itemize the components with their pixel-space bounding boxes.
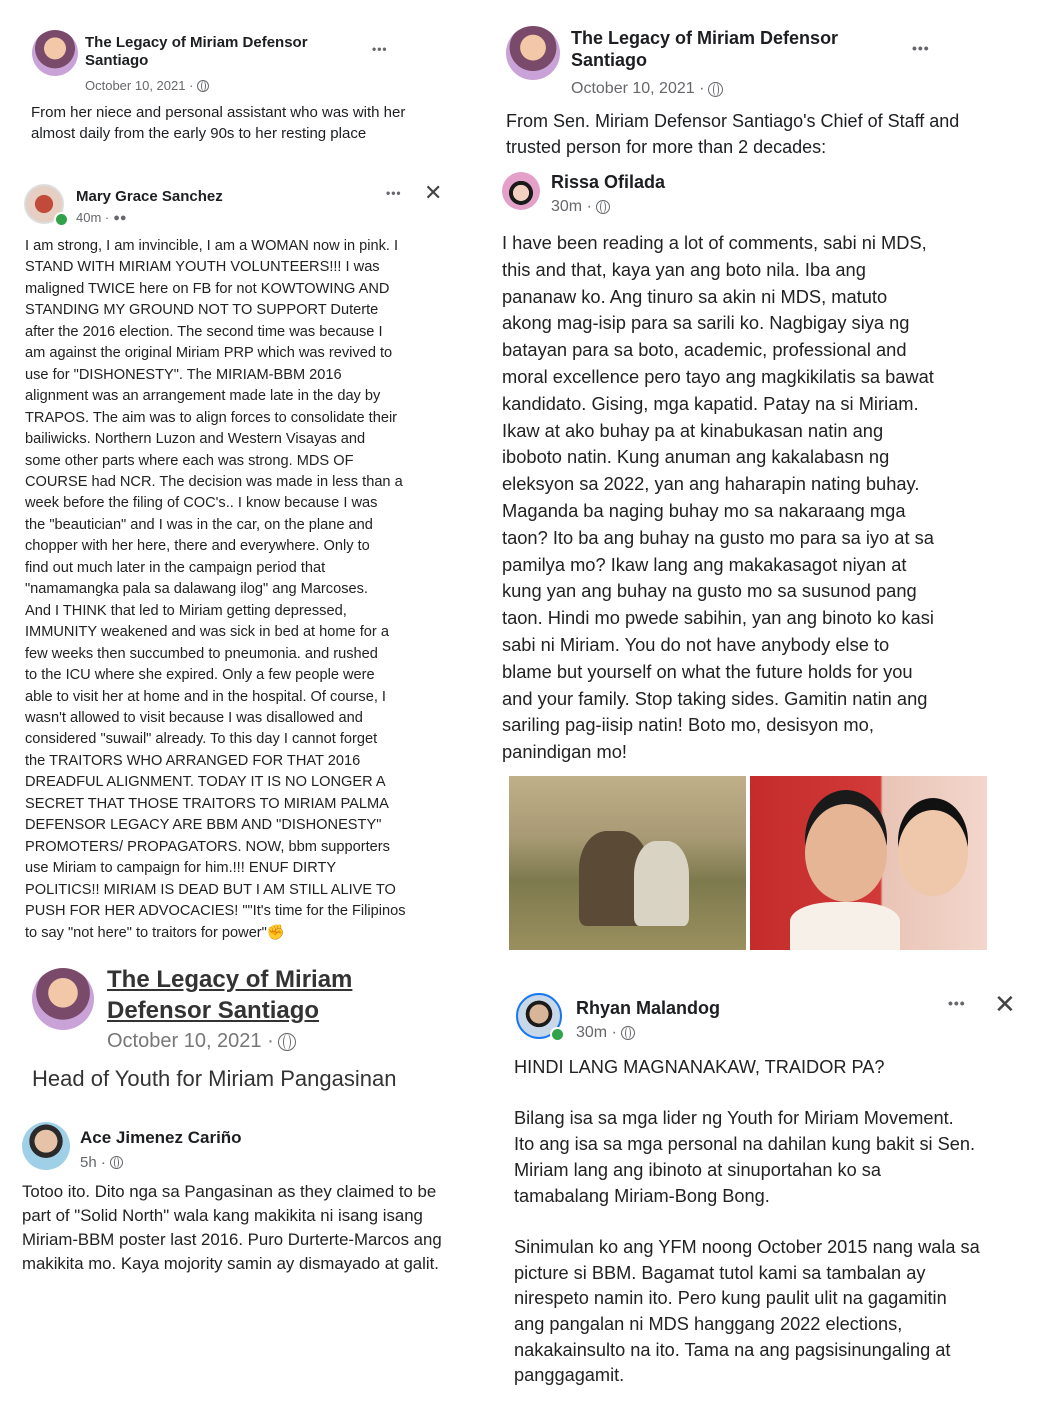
globe-icon — [197, 79, 210, 92]
comment-text: Totoo ito. Dito nga sa Pangasinan as the… — [22, 1182, 442, 1273]
post-card-bottom-left: The Legacy of Miriam Defensor Santiago O… — [14, 958, 494, 1278]
close-icon[interactable]: ✕ — [424, 180, 442, 206]
comment-time[interactable]: 40m · — [76, 210, 109, 225]
photo-blouse — [790, 902, 900, 950]
commenter-name[interactable]: Mary Grace Sanchez — [76, 188, 223, 206]
comment-text: I have been reading a lot of comments, s… — [502, 232, 934, 763]
page-avatar[interactable] — [32, 968, 94, 1030]
close-icon[interactable]: ✕ — [994, 989, 1016, 1020]
comment-meta: 5h · — [80, 1154, 123, 1171]
commenter-name[interactable]: Ace Jimenez Cariño — [80, 1128, 242, 1148]
comment-time[interactable]: 5h · — [80, 1154, 106, 1171]
photo-face — [805, 804, 887, 902]
globe-icon — [620, 1026, 635, 1040]
post-meta: October 10, 2021 · — [107, 1030, 296, 1053]
post-card-bottom-right: Rhyan Malandog 30m · ••• ✕ HINDI LANG MA… — [506, 985, 1026, 1395]
commenter-name[interactable]: Rhyan Malandog — [576, 998, 720, 1020]
photo-face — [898, 810, 968, 896]
globe-icon — [109, 1156, 123, 1169]
online-status-dot — [54, 212, 69, 227]
comment-time[interactable]: 30m · — [551, 198, 592, 216]
more-options-button[interactable]: ••• — [912, 40, 930, 56]
page-name-link[interactable]: The Legacy of Miriam Defensor Santiago — [571, 28, 861, 71]
commenter-avatar[interactable] — [22, 1122, 70, 1170]
globe-icon — [277, 1032, 296, 1051]
more-options-button[interactable]: ••• — [386, 186, 402, 200]
page-name-link[interactable]: The Legacy of Miriam Defensor Santiago — [85, 34, 335, 70]
post-meta: October 10, 2021 · — [571, 80, 724, 98]
more-options-button[interactable]: ••• — [948, 995, 966, 1011]
page-name-link[interactable]: The Legacy of Miriam Defensor Santiago — [107, 964, 437, 1026]
globe-icon — [595, 200, 610, 214]
post-card-top-left: The Legacy of Miriam Defensor Santiago O… — [16, 20, 416, 170]
comment-meta: 30m · — [551, 198, 610, 216]
post-date[interactable]: October 10, 2021 · — [107, 1030, 274, 1053]
page-avatar[interactable] — [506, 26, 560, 80]
online-status-dot — [550, 1027, 565, 1042]
photo-portrait-two-women[interactable] — [750, 776, 987, 950]
page-avatar[interactable] — [32, 30, 78, 76]
comment-text: HINDI LANG MAGNANAKAW, TRAIDOR PA? Bilan… — [514, 1057, 980, 1386]
comment-text: I am strong, I am invincible, I am a WOM… — [25, 238, 406, 940]
post-caption: From her niece and personal assistant wh… — [31, 104, 406, 142]
post-caption: From Sen. Miriam Defensor Santiago's Chi… — [506, 111, 960, 157]
photo-figure — [634, 841, 689, 926]
comment-meta: 30m · — [576, 1024, 635, 1042]
post-meta: October 10, 2021 · — [85, 78, 210, 93]
post-card-top-right: The Legacy of Miriam Defensor Santiago O… — [496, 20, 1016, 165]
commenter-avatar[interactable] — [502, 172, 540, 210]
post-date[interactable]: October 10, 2021 · — [571, 80, 704, 98]
photo-archival-sepia[interactable] — [509, 776, 746, 950]
post-date[interactable]: October 10, 2021 · — [85, 78, 193, 93]
comment-card-mary-grace: Mary Grace Sanchez 40m · ●● ••• ✕ I am s… — [16, 174, 450, 940]
comment-meta: 40m · ●● — [76, 210, 127, 225]
commenter-name[interactable]: Rissa Ofilada — [551, 172, 665, 194]
comment-time[interactable]: 30m · — [576, 1024, 617, 1042]
friends-icon: ●● — [113, 211, 127, 224]
comment-card-rissa: Rissa Ofilada 30m · I have been reading … — [494, 168, 1002, 768]
more-options-button[interactable]: ••• — [372, 42, 388, 56]
globe-icon — [708, 81, 724, 97]
post-caption: Head of Youth for Miriam Pangasinan — [32, 1066, 397, 1091]
